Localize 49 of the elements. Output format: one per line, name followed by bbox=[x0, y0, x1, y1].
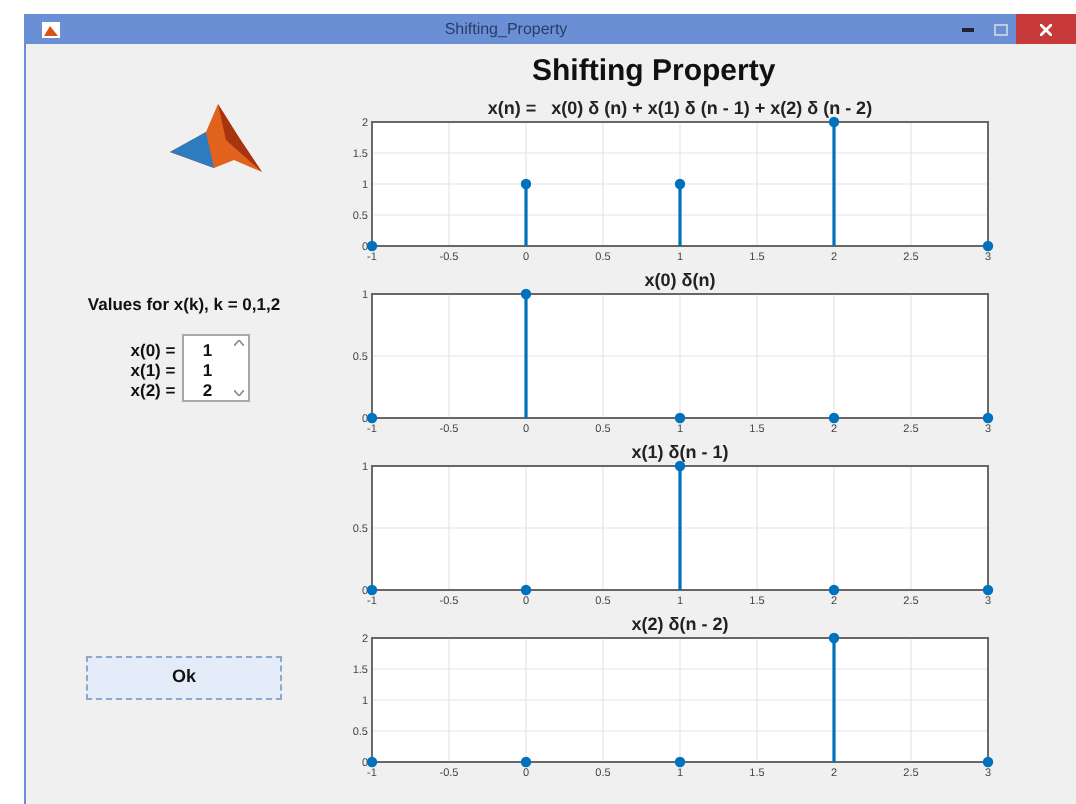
stem-bar bbox=[832, 638, 836, 762]
data-marker bbox=[982, 240, 994, 252]
stem-bar bbox=[524, 184, 528, 246]
data-marker bbox=[366, 412, 378, 424]
data-marker bbox=[828, 412, 840, 424]
data-marker bbox=[520, 288, 532, 300]
value-name: x(2) = bbox=[130, 379, 176, 400]
list-item[interactable]: 1 bbox=[183, 359, 232, 380]
stem-bar bbox=[524, 294, 528, 418]
window-title: Shifting_Property bbox=[442, 17, 570, 41]
value-name: x(1) = bbox=[130, 359, 176, 380]
data-marker bbox=[366, 240, 378, 252]
logo-icon bbox=[166, 100, 266, 176]
stem-bar bbox=[678, 184, 682, 246]
chart-title: x(0) δ(n) bbox=[644, 270, 716, 290]
maximize-icon bbox=[993, 23, 1007, 35]
data-marker bbox=[366, 584, 378, 596]
list-item[interactable]: 1 bbox=[183, 339, 232, 360]
close-button[interactable] bbox=[1016, 14, 1076, 44]
values-listbox[interactable]: 1 1 2 bbox=[181, 333, 250, 402]
close-icon bbox=[1040, 23, 1052, 35]
data-marker bbox=[674, 178, 686, 190]
data-marker bbox=[520, 178, 532, 190]
values-label: Values for x(k), k = 0,1,2 bbox=[87, 292, 281, 318]
data-marker bbox=[674, 756, 686, 768]
data-marker bbox=[674, 460, 686, 472]
value-name: x(0) = bbox=[130, 339, 176, 360]
app-icon bbox=[42, 21, 60, 37]
data-marker bbox=[828, 116, 840, 128]
list-item[interactable]: 2 bbox=[183, 379, 232, 400]
data-marker bbox=[982, 756, 994, 768]
scroll-up-icon[interactable] bbox=[234, 339, 245, 346]
stem-bar bbox=[832, 122, 836, 246]
chart-title: x(1) δ(n - 1) bbox=[631, 442, 729, 462]
scroll-down-icon[interactable] bbox=[234, 389, 245, 396]
data-marker bbox=[674, 412, 686, 424]
data-marker bbox=[366, 756, 378, 768]
main-heading: Shifting Property bbox=[532, 54, 776, 90]
data-marker bbox=[520, 584, 532, 596]
stem-bar bbox=[678, 466, 682, 590]
data-marker bbox=[982, 584, 994, 596]
data-marker bbox=[828, 584, 840, 596]
chart-title: x(2) δ(n - 2) bbox=[631, 614, 729, 634]
ok-button[interactable]: Ok bbox=[86, 655, 282, 700]
data-marker bbox=[982, 412, 994, 424]
chart-title: x(n) = x(0) δ (n) + x(1) δ (n - 1) + x(2) δ (n - 2) bbox=[487, 98, 873, 118]
data-marker bbox=[520, 756, 532, 768]
data-marker bbox=[828, 632, 840, 644]
minimize-icon bbox=[962, 27, 974, 31]
